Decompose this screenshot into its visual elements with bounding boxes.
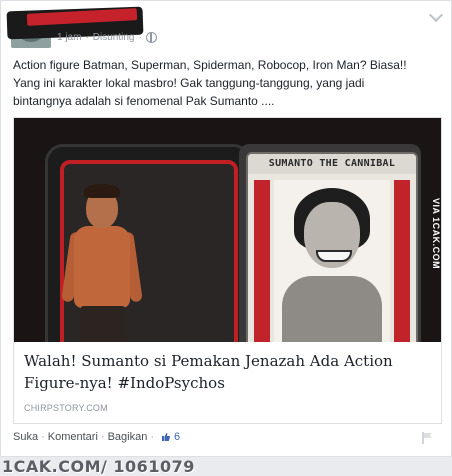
link-domain: CHIRPSTORY.COM (24, 403, 108, 413)
action-separator: · (100, 431, 105, 443)
like-count[interactable]: 6 (174, 431, 180, 443)
meta-separator-2: · (138, 32, 142, 43)
share-button[interactable]: Bagikan (108, 431, 148, 443)
chevron-down-icon[interactable] (428, 7, 444, 23)
link-title[interactable]: Walah! Sumanto si Pemakan Jenazah Ada Ac… (24, 350, 424, 394)
packaging-card-title: SUMANTO THE CANNIBAL (248, 154, 416, 174)
thumbs-up-icon[interactable] (161, 432, 171, 442)
action-figure-legs (80, 306, 126, 342)
portrait-shirt (282, 276, 382, 342)
post-actions: Suka · Komentari · Bagikan · 6 (13, 431, 180, 443)
post-card: 1 jam · Disunting · Action figure Batman… (0, 0, 452, 457)
post-text-line: Action figure Batman, Superman, Spiderma… (13, 58, 407, 72)
like-button[interactable]: Suka (13, 431, 38, 443)
post-text-line: bintangnya adalah si fenomenal Pak Suman… (13, 94, 275, 108)
action-figure-body (74, 226, 130, 308)
post-time[interactable]: 1 jam (57, 32, 81, 43)
portrait-photo (274, 180, 390, 342)
action-separator: · (150, 431, 154, 443)
globe-icon[interactable] (145, 32, 157, 43)
packaging-red-strip-left (254, 180, 270, 342)
action-separator: · (41, 431, 45, 443)
flag-icon[interactable] (422, 432, 433, 444)
edited-label[interactable]: Disunting (93, 32, 135, 43)
site-watermark: 1CAK.COM/ 1061079 (2, 457, 195, 476)
post-text-line: Yang ini karakter lokal masbro! Gak tang… (13, 76, 365, 90)
link-title-line: Walah! Sumanto si Pemakan Jenazah Ada Ac… (24, 352, 393, 370)
link-preview-image[interactable]: SUMANTO THE CANNIBAL VIA 1CAK.COM (14, 118, 441, 342)
comment-button[interactable]: Komentari (48, 431, 98, 443)
meta-separator: · (85, 32, 89, 43)
link-preview-card[interactable]: SUMANTO THE CANNIBAL VIA 1CAK.COM Walah!… (13, 117, 442, 424)
image-watermark: VIA 1CAK.COM (428, 194, 441, 274)
packaging-red-strip-right (394, 180, 410, 342)
link-title-line: Figure-nya! #IndoPsychos (24, 374, 225, 392)
post-meta: 1 jam · Disunting · (57, 32, 157, 43)
packaging-card: SUMANTO THE CANNIBAL (246, 152, 418, 342)
action-figure-hair (84, 184, 120, 198)
post-text: Action figure Batman, Superman, Spiderma… (13, 56, 441, 110)
portrait-mouth (316, 250, 352, 262)
